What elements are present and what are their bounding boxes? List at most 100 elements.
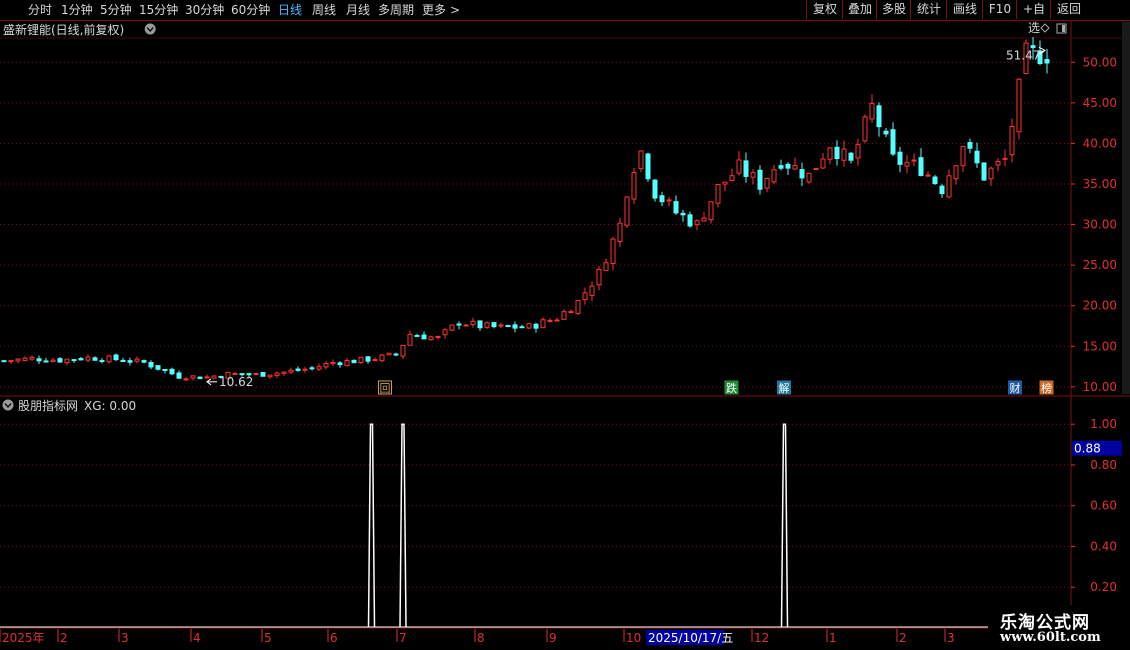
candle-body-115 — [806, 172, 812, 183]
indicator-value-label: XG: 0.00 — [84, 399, 136, 413]
candle-body-96 — [673, 201, 679, 214]
price-tick-label-2: 20.00 — [1083, 299, 1117, 313]
date-label-12: 2 — [899, 631, 907, 645]
candle-body-56 — [393, 353, 399, 356]
candle-body-89 — [624, 196, 630, 226]
date-label-10: 12 — [754, 631, 769, 645]
candle-body-141 — [988, 167, 994, 180]
candle-body-37 — [260, 372, 266, 377]
candle-body-14 — [99, 360, 105, 363]
candle-body-83 — [582, 292, 588, 301]
diamond-icon — [1040, 23, 1050, 33]
max-price-label: 51.47 — [1006, 48, 1040, 62]
candle-body-91 — [638, 150, 644, 170]
candle-body-110 — [771, 169, 777, 183]
candle-body-72 — [505, 324, 511, 328]
candle-body-66 — [463, 324, 469, 327]
ind-collapse-icon — [2, 399, 14, 411]
event-marker-0: 回 — [380, 382, 391, 395]
candle-body-140 — [981, 162, 987, 181]
xg-signal-2 — [780, 423, 789, 628]
candle-body-62 — [435, 335, 441, 338]
candle-body-78 — [547, 319, 553, 322]
candle-body-47 — [330, 361, 336, 365]
candle-body-101 — [708, 201, 714, 221]
ind-tick-label-1: 0.40 — [1090, 539, 1117, 553]
candle-body-128 — [897, 151, 903, 165]
candle-body-57 — [400, 344, 406, 357]
candle-body-28 — [197, 376, 203, 380]
candle-body-71 — [498, 324, 504, 327]
candle-body-19 — [134, 358, 140, 362]
candle-body-124 — [869, 102, 875, 120]
event-marker-4: 榜 — [1041, 381, 1052, 395]
candle-body-85 — [596, 268, 602, 286]
candle-body-112 — [785, 163, 791, 169]
candle-body-123 — [862, 116, 868, 142]
candle-body-74 — [519, 326, 525, 329]
xg-signal-1 — [399, 423, 407, 628]
candle-body-18 — [127, 360, 133, 363]
candle-body-54 — [379, 354, 385, 362]
candle-body-98 — [687, 214, 693, 227]
date-label-9: 10 — [626, 631, 641, 645]
candle-body-52 — [365, 356, 371, 362]
candle-body-65 — [456, 323, 462, 326]
stock-chart: 10.00 15.00 20.00 25.00 30.00 35.00 40.00 45.00… — [0, 21, 1130, 645]
candle-body-126 — [883, 130, 889, 135]
panel-toggle-fill — [1062, 25, 1065, 32]
candle-body-40 — [281, 371, 287, 374]
candle-body-86 — [603, 262, 609, 272]
candle-body-114 — [799, 169, 805, 179]
candle-body-120 — [841, 148, 847, 161]
date-label-5: 6 — [330, 631, 338, 645]
candle-body-58 — [407, 333, 413, 346]
candle-body-76 — [533, 323, 539, 329]
candle-body-5 — [36, 358, 42, 362]
candle-body-22 — [155, 365, 161, 370]
candle-body-20 — [141, 360, 147, 363]
candle-body-130 — [911, 159, 917, 162]
price-tick-label-0: 10.00 — [1083, 380, 1117, 394]
candle-body-25 — [176, 372, 182, 379]
candle-body-44 — [309, 367, 315, 370]
candle-body-27 — [190, 375, 196, 379]
candle-body-137 — [960, 146, 966, 167]
candle-body-73 — [512, 324, 518, 329]
event-marker-2: 解 — [779, 381, 790, 395]
candle-body-132 — [925, 174, 931, 177]
min-price-label: 10.62 — [219, 375, 253, 389]
main-collapse-icon — [144, 23, 156, 35]
candle-body-8 — [57, 358, 63, 363]
candle-body-45 — [316, 366, 322, 370]
candle-body-131 — [918, 157, 924, 176]
candle-body-26 — [183, 378, 189, 381]
date-label-8: 9 — [549, 631, 557, 645]
candle-body-116 — [813, 168, 819, 171]
candle-body-68 — [477, 320, 483, 329]
candle-body-122 — [855, 144, 861, 159]
candle-body-1 — [8, 360, 14, 363]
price-tick-label-8: 50.00 — [1083, 55, 1117, 69]
candle-body-125 — [876, 105, 882, 128]
candle-body-145 — [1016, 78, 1022, 133]
candle-body-94 — [659, 195, 665, 203]
indicator-title: 股朋指标网 — [18, 398, 78, 413]
candle-body-109 — [764, 177, 770, 189]
candle-body-6 — [43, 360, 49, 363]
candle-body-79 — [554, 319, 560, 322]
candle-body-142 — [995, 160, 1001, 166]
watermark-url: www.60lt.com — [1000, 630, 1101, 645]
candle-body-105 — [736, 159, 742, 174]
candle-body-42 — [295, 368, 301, 371]
candle-body-41 — [288, 369, 294, 373]
price-tick-label-4: 30.00 — [1083, 218, 1117, 232]
main-panel-title: 盛新锂能(日线,前复权) — [3, 22, 124, 37]
candle-body-12 — [85, 356, 91, 361]
candle-body-29 — [204, 376, 210, 379]
date-label-11: 1 — [829, 631, 837, 645]
candle-body-117 — [820, 158, 826, 169]
date-label-1: 2 — [60, 631, 68, 645]
candle-body-147 — [1030, 45, 1036, 49]
candle-body-99 — [694, 220, 700, 226]
